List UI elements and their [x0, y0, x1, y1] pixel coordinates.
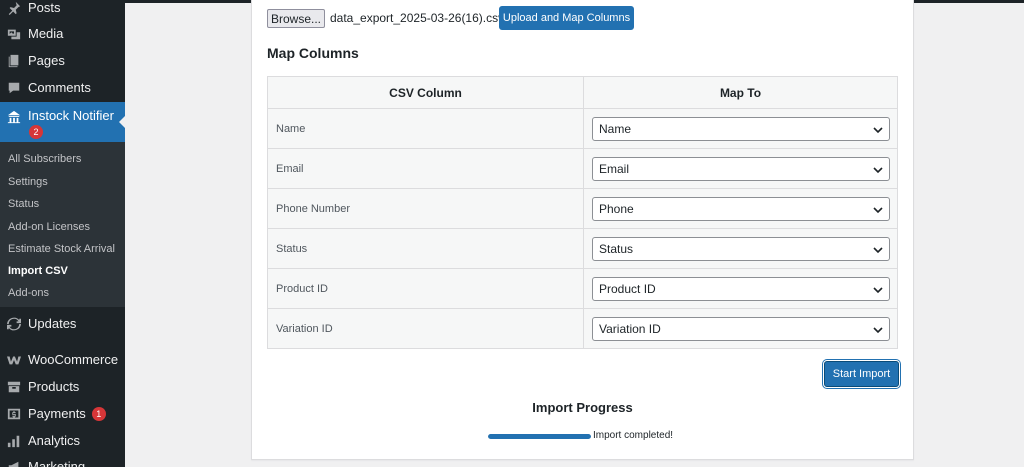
- table-row: Product ID Product ID: [267, 268, 898, 309]
- map-to-select[interactable]: Product ID: [592, 276, 890, 301]
- table-row: Name Name: [267, 108, 898, 149]
- csv-column-name: Phone Number: [267, 188, 584, 229]
- selected-value: Product ID: [599, 281, 656, 296]
- table-row: Status Status: [267, 228, 898, 269]
- store-icon: [7, 110, 21, 124]
- sidebar-item-label: Marketing: [28, 459, 86, 467]
- sidebar-submenu: All Subscribers Settings Status Add-on L…: [0, 142, 125, 307]
- sidebar-item-payments[interactable]: Payments 1: [0, 400, 125, 427]
- csv-column-name: Status: [267, 228, 584, 269]
- sidebar-item-comments[interactable]: Comments: [0, 74, 125, 101]
- submenu-import-csv[interactable]: Import CSV: [8, 262, 68, 280]
- csv-column-name: Variation ID: [267, 308, 584, 349]
- marketing-icon: [7, 460, 21, 467]
- analytics-icon: [7, 434, 21, 448]
- chevron-down-icon: [873, 284, 883, 294]
- sidebar-item-instock-notifier[interactable]: Instock Notifier 2: [0, 102, 125, 142]
- import-progress-fill: [488, 434, 591, 439]
- selected-value: Variation ID: [599, 321, 661, 336]
- sidebar-item-woocommerce[interactable]: WooCommerce: [0, 346, 125, 373]
- woocommerce-icon: [7, 353, 21, 367]
- sidebar-item-label: Media: [28, 26, 64, 41]
- chevron-down-icon: [873, 164, 883, 174]
- column-header-csv: CSV Column: [267, 76, 584, 109]
- admin-sidebar: Posts Media Pages Comments Instock Notif…: [0, 0, 125, 467]
- csv-column-name: Email: [267, 148, 584, 189]
- column-header-map-to: Map To: [583, 76, 898, 109]
- selected-value: Email: [599, 161, 630, 176]
- updates-icon: [7, 317, 21, 331]
- pages-icon: [7, 54, 21, 68]
- map-to-select[interactable]: Variation ID: [592, 316, 890, 341]
- selected-value: Status: [599, 241, 634, 256]
- sidebar-item-label: WooCommerce: [28, 352, 119, 367]
- sidebar-item-label: Updates: [28, 316, 77, 331]
- sidebar-item-pages[interactable]: Pages: [0, 47, 125, 74]
- media-icon: [7, 27, 21, 41]
- browse-button[interactable]: Browse...: [267, 9, 325, 28]
- sidebar-item-analytics[interactable]: Analytics: [0, 427, 125, 454]
- map-to-select[interactable]: Status: [592, 236, 890, 261]
- chevron-down-icon: [873, 204, 883, 214]
- active-indicator: [119, 115, 125, 129]
- table-row: Variation ID Variation ID: [267, 308, 898, 349]
- sidebar-item-posts[interactable]: Posts: [0, 0, 125, 21]
- map-to-select[interactable]: Phone: [592, 196, 890, 221]
- selected-file-name: data_export_2025-03-26(16).csv: [330, 11, 505, 25]
- map-to-select[interactable]: Email: [592, 156, 890, 181]
- submenu-status[interactable]: Status: [8, 195, 39, 213]
- payments-icon: [7, 407, 21, 421]
- notification-badge: 2: [29, 125, 43, 139]
- table-row: Email Email: [267, 148, 898, 189]
- start-import-button[interactable]: Start Import: [824, 361, 899, 387]
- sidebar-item-products[interactable]: Products: [0, 373, 125, 400]
- sidebar-item-label: Analytics: [28, 433, 81, 448]
- sidebar-item-label: Payments: [28, 406, 86, 421]
- sidebar-item-media[interactable]: Media: [0, 20, 125, 47]
- submenu-addon-licenses[interactable]: Add-on Licenses: [8, 218, 90, 236]
- csv-column-name: Name: [267, 108, 584, 149]
- pin-icon: [7, 1, 21, 15]
- sidebar-item-label: Products: [28, 379, 80, 394]
- sidebar-item-label: Posts: [28, 0, 61, 15]
- chevron-down-icon: [873, 244, 883, 254]
- import-progress-bar: [488, 434, 591, 439]
- map-columns-title: Map Columns: [267, 45, 359, 61]
- sidebar-item-marketing[interactable]: Marketing: [0, 453, 125, 467]
- selected-value: Name: [599, 121, 632, 136]
- table-row: Phone Number Phone: [267, 188, 898, 229]
- submenu-addons[interactable]: Add-ons: [8, 284, 49, 302]
- selected-value: Phone: [599, 201, 634, 216]
- map-to-select[interactable]: Name: [592, 116, 890, 141]
- submenu-settings[interactable]: Settings: [8, 173, 48, 191]
- column-mapping-table: CSV Column Map To Name Name Email Email: [267, 76, 898, 349]
- upload-and-map-button[interactable]: Upload and Map Columns: [499, 6, 634, 30]
- import-status-text: Import completed!: [593, 430, 674, 441]
- sidebar-item-updates[interactable]: Updates: [0, 310, 125, 337]
- chevron-down-icon: [873, 124, 883, 134]
- chevron-down-icon: [873, 324, 883, 334]
- products-icon: [7, 380, 21, 394]
- sidebar-item-label: Comments: [28, 80, 91, 95]
- submenu-all-subscribers[interactable]: All Subscribers: [8, 150, 81, 168]
- notification-badge: 1: [91, 406, 106, 421]
- import-progress-title: Import Progress: [532, 400, 633, 415]
- csv-column-name: Product ID: [267, 268, 584, 309]
- comments-icon: [7, 81, 21, 95]
- submenu-estimate-stock-arrival[interactable]: Estimate Stock Arrival: [8, 240, 115, 258]
- sidebar-item-label: Instock Notifier: [28, 108, 114, 123]
- sidebar-item-label: Pages: [28, 53, 65, 68]
